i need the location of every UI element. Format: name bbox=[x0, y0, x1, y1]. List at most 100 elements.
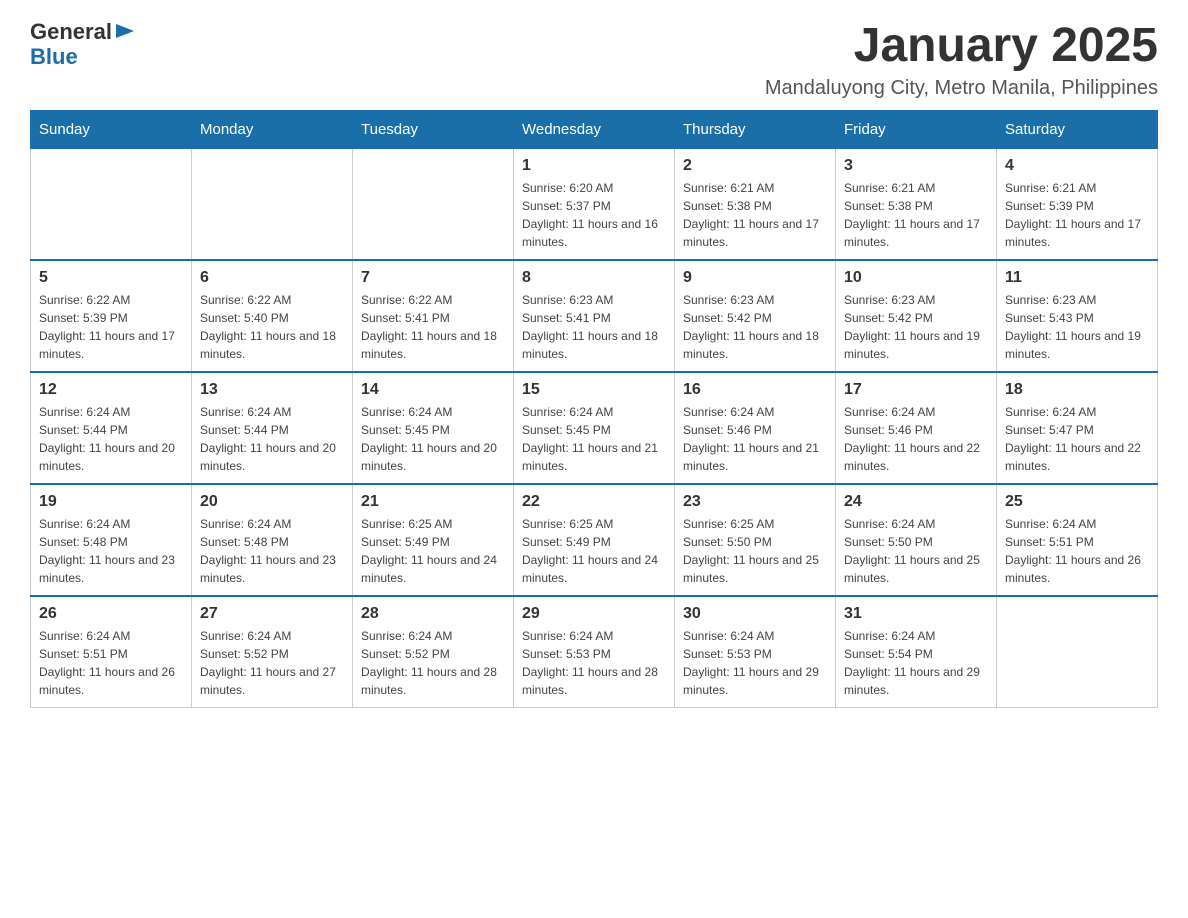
table-row: 25 Sunrise: 6:24 AMSunset: 5:51 PMDayligh… bbox=[997, 484, 1158, 596]
col-sunday: Sunday bbox=[31, 110, 192, 148]
day-info: Sunrise: 6:24 AMSunset: 5:47 PMDaylight:… bbox=[1005, 403, 1149, 475]
table-row: 26 Sunrise: 6:24 AMSunset: 5:51 PMDayligh… bbox=[31, 596, 192, 708]
day-number: 13 bbox=[200, 381, 344, 399]
location-subtitle: Mandaluyong City, Metro Manila, Philippi… bbox=[765, 77, 1158, 100]
day-number: 16 bbox=[683, 381, 827, 399]
calendar-week-row: 26 Sunrise: 6:24 AMSunset: 5:51 PMDayligh… bbox=[31, 596, 1158, 708]
day-number: 28 bbox=[361, 605, 505, 623]
day-number: 12 bbox=[39, 381, 183, 399]
day-info: Sunrise: 6:24 AMSunset: 5:53 PMDaylight:… bbox=[683, 627, 827, 699]
day-number: 21 bbox=[361, 493, 505, 511]
table-row: 9Sunrise: 6:23 AMSunset: 5:42 PMDaylight… bbox=[675, 260, 836, 372]
table-row: 18Sunrise: 6:24 AMSunset: 5:47 PMDayligh… bbox=[997, 372, 1158, 484]
day-number: 24 bbox=[844, 493, 988, 511]
table-row: 17Sunrise: 6:24 AMSunset: 5:46 PMDayligh… bbox=[836, 372, 997, 484]
day-info: Sunrise: 6:25 AMSunset: 5:50 PMDaylight:… bbox=[683, 515, 827, 587]
day-info: Sunrise: 6:23 AMSunset: 5:42 PMDaylight:… bbox=[683, 291, 827, 363]
day-info: Sunrise: 6:21 AMSunset: 5:38 PMDaylight:… bbox=[844, 179, 988, 251]
day-number: 14 bbox=[361, 381, 505, 399]
day-info: Sunrise: 6:24 AMSunset: 5:53 PMDaylight:… bbox=[522, 627, 666, 699]
logo-general: General bbox=[30, 20, 112, 44]
day-number: 7 bbox=[361, 269, 505, 287]
day-info: Sunrise: 6:24 AMSunset: 5:45 PMDaylight:… bbox=[522, 403, 666, 475]
day-info: Sunrise: 6:24 AMSunset: 5:50 PMDaylight:… bbox=[844, 515, 988, 587]
day-number: 25 bbox=[1005, 493, 1149, 511]
table-row: 24 Sunrise: 6:24 AMSunset: 5:50 PMDayligh… bbox=[836, 484, 997, 596]
table-row bbox=[192, 148, 353, 260]
day-info: Sunrise: 6:25 AMSunset: 5:49 PMDaylight:… bbox=[522, 515, 666, 587]
table-row: 21 Sunrise: 6:25 AMSunset: 5:49 PMDayligh… bbox=[353, 484, 514, 596]
title-area: January 2025 Mandaluyong City, Metro Man… bbox=[765, 20, 1158, 100]
table-row: 30 Sunrise: 6:24 AMSunset: 5:53 PMDayligh… bbox=[675, 596, 836, 708]
day-number: 11 bbox=[1005, 269, 1149, 287]
day-info: Sunrise: 6:24 AMSunset: 5:46 PMDaylight:… bbox=[844, 403, 988, 475]
day-info: Sunrise: 6:24 AMSunset: 5:45 PMDaylight:… bbox=[361, 403, 505, 475]
day-number: 20 bbox=[200, 493, 344, 511]
table-row: 29 Sunrise: 6:24 AMSunset: 5:53 PMDayligh… bbox=[514, 596, 675, 708]
day-info: Sunrise: 6:23 AMSunset: 5:41 PMDaylight:… bbox=[522, 291, 666, 363]
day-number: 8 bbox=[522, 269, 666, 287]
day-number: 27 bbox=[200, 605, 344, 623]
day-number: 3 bbox=[844, 157, 988, 175]
table-row: 13 Sunrise: 6:24 AMSunset: 5:44 PMDayligh… bbox=[192, 372, 353, 484]
logo-triangle-icon bbox=[116, 22, 134, 40]
day-info: Sunrise: 6:23 AMSunset: 5:43 PMDaylight:… bbox=[1005, 291, 1149, 363]
day-number: 4 bbox=[1005, 157, 1149, 175]
day-number: 1 bbox=[522, 157, 666, 175]
day-info: Sunrise: 6:21 AMSunset: 5:38 PMDaylight:… bbox=[683, 179, 827, 251]
day-number: 19 bbox=[39, 493, 183, 511]
day-info: Sunrise: 6:25 AMSunset: 5:49 PMDaylight:… bbox=[361, 515, 505, 587]
logo-blue: Blue bbox=[30, 44, 78, 69]
table-row: 16 Sunrise: 6:24 AMSunset: 5:46 PMDayligh… bbox=[675, 372, 836, 484]
day-number: 2 bbox=[683, 157, 827, 175]
day-number: 15 bbox=[522, 381, 666, 399]
table-row: 1 Sunrise: 6:20 AMSunset: 5:37 PMDaylight… bbox=[514, 148, 675, 260]
day-info: Sunrise: 6:24 AMSunset: 5:51 PMDaylight:… bbox=[39, 627, 183, 699]
day-number: 23 bbox=[683, 493, 827, 511]
day-info: Sunrise: 6:21 AMSunset: 5:39 PMDaylight:… bbox=[1005, 179, 1149, 251]
table-row: 2 Sunrise: 6:21 AMSunset: 5:38 PMDaylight… bbox=[675, 148, 836, 260]
col-friday: Friday bbox=[836, 110, 997, 148]
day-info: Sunrise: 6:22 AMSunset: 5:40 PMDaylight:… bbox=[200, 291, 344, 363]
day-number: 10 bbox=[844, 269, 988, 287]
day-number: 26 bbox=[39, 605, 183, 623]
calendar-week-row: 1 Sunrise: 6:20 AMSunset: 5:37 PMDaylight… bbox=[31, 148, 1158, 260]
calendar-table: Sunday Monday Tuesday Wednesday Thursday… bbox=[30, 110, 1158, 708]
table-row: 28 Sunrise: 6:24 AMSunset: 5:52 PMDayligh… bbox=[353, 596, 514, 708]
table-row: 12 Sunrise: 6:24 AMSunset: 5:44 PMDayligh… bbox=[31, 372, 192, 484]
day-number: 31 bbox=[844, 605, 988, 623]
table-row: 3 Sunrise: 6:21 AMSunset: 5:38 PMDaylight… bbox=[836, 148, 997, 260]
col-saturday: Saturday bbox=[997, 110, 1158, 148]
day-info: Sunrise: 6:23 AMSunset: 5:42 PMDaylight:… bbox=[844, 291, 988, 363]
day-number: 29 bbox=[522, 605, 666, 623]
calendar-header-row: Sunday Monday Tuesday Wednesday Thursday… bbox=[31, 110, 1158, 148]
day-info: Sunrise: 6:24 AMSunset: 5:48 PMDaylight:… bbox=[200, 515, 344, 587]
day-info: Sunrise: 6:24 AMSunset: 5:51 PMDaylight:… bbox=[1005, 515, 1149, 587]
day-number: 30 bbox=[683, 605, 827, 623]
table-row: 31 Sunrise: 6:24 AMSunset: 5:54 PMDayligh… bbox=[836, 596, 997, 708]
table-row: 11 Sunrise: 6:23 AMSunset: 5:43 PMDayligh… bbox=[997, 260, 1158, 372]
day-info: Sunrise: 6:24 AMSunset: 5:44 PMDaylight:… bbox=[200, 403, 344, 475]
header: General Blue January 2025 Mandaluyong Ci… bbox=[30, 20, 1158, 100]
day-info: Sunrise: 6:24 AMSunset: 5:52 PMDaylight:… bbox=[200, 627, 344, 699]
day-info: Sunrise: 6:24 AMSunset: 5:54 PMDaylight:… bbox=[844, 627, 988, 699]
table-row: 6Sunrise: 6:22 AMSunset: 5:40 PMDaylight… bbox=[192, 260, 353, 372]
calendar-week-row: 12 Sunrise: 6:24 AMSunset: 5:44 PMDayligh… bbox=[31, 372, 1158, 484]
day-info: Sunrise: 6:24 AMSunset: 5:46 PMDaylight:… bbox=[683, 403, 827, 475]
table-row: 22Sunrise: 6:25 AMSunset: 5:49 PMDayligh… bbox=[514, 484, 675, 596]
table-row: 19Sunrise: 6:24 AMSunset: 5:48 PMDayligh… bbox=[31, 484, 192, 596]
table-row: 15 Sunrise: 6:24 AMSunset: 5:45 PMDayligh… bbox=[514, 372, 675, 484]
table-row bbox=[31, 148, 192, 260]
table-row: 7Sunrise: 6:22 AMSunset: 5:41 PMDaylight… bbox=[353, 260, 514, 372]
table-row: 4 Sunrise: 6:21 AMSunset: 5:39 PMDaylight… bbox=[997, 148, 1158, 260]
day-info: Sunrise: 6:22 AMSunset: 5:39 PMDaylight:… bbox=[39, 291, 183, 363]
day-info: Sunrise: 6:20 AMSunset: 5:37 PMDaylight:… bbox=[522, 179, 666, 251]
col-tuesday: Tuesday bbox=[353, 110, 514, 148]
day-info: Sunrise: 6:24 AMSunset: 5:44 PMDaylight:… bbox=[39, 403, 183, 475]
table-row: 14 Sunrise: 6:24 AMSunset: 5:45 PMDayligh… bbox=[353, 372, 514, 484]
day-info: Sunrise: 6:24 AMSunset: 5:52 PMDaylight:… bbox=[361, 627, 505, 699]
col-monday: Monday bbox=[192, 110, 353, 148]
day-number: 5 bbox=[39, 269, 183, 287]
table-row: 20 Sunrise: 6:24 AMSunset: 5:48 PMDayligh… bbox=[192, 484, 353, 596]
table-row: 5 Sunrise: 6:22 AMSunset: 5:39 PMDaylight… bbox=[31, 260, 192, 372]
